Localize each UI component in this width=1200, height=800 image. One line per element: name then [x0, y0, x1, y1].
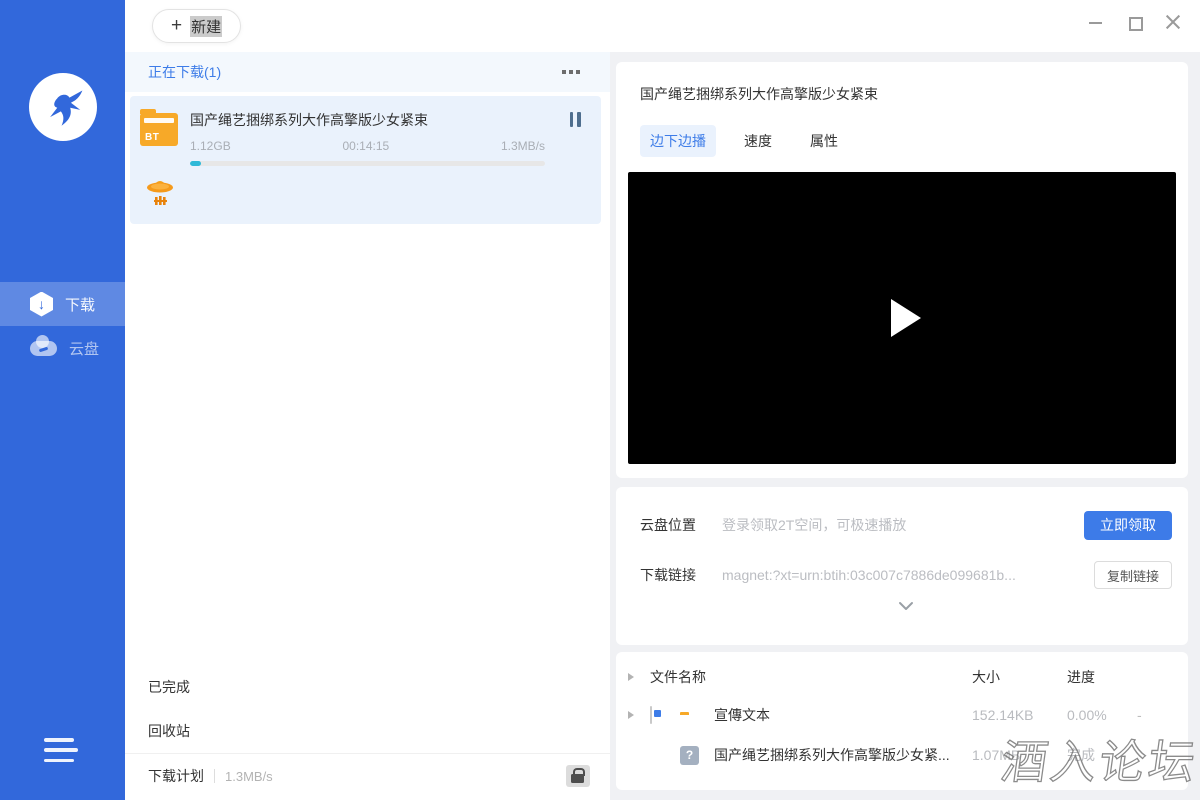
topbar: + 新建 — [125, 0, 1200, 52]
file-size: 1.07MB — [972, 747, 1067, 763]
file-row-folder[interactable]: 宣傳文本 152.14KB 0.00% - — [628, 702, 1176, 728]
play-icon[interactable] — [891, 299, 921, 337]
cloud-location-row: 云盘位置 登录领取2T空间，可极速播放 立即领取 — [640, 511, 1172, 539]
cloud-location-placeholder: 登录领取2T空间，可极速播放 — [722, 515, 1084, 535]
sidebar-item-label: 云盘 — [69, 338, 99, 359]
completed-item[interactable]: 已完成 — [125, 665, 610, 709]
download-link-value: magnet:?xt=urn:btih:03c007c7886de099681b… — [722, 567, 1094, 583]
download-list-panel: 正在下载(1) BT 国产绳艺捆绑系列大作高擎版少女紧束 1.12GB 00:1… — [125, 52, 610, 800]
chevron-down-icon — [898, 601, 914, 611]
info-card: 云盘位置 登录领取2T空间，可极速播放 立即领取 下载链接 magnet:?xt… — [616, 487, 1188, 645]
expand-details-button[interactable] — [640, 601, 1172, 611]
file-name: 宣傳文本 — [714, 705, 972, 725]
tab-properties[interactable]: 属性 — [800, 125, 848, 157]
download-speed: 1.3MB/s — [501, 139, 545, 153]
tab-speed[interactable]: 速度 — [734, 125, 782, 157]
checkbox-indeterminate[interactable] — [650, 706, 652, 724]
progress-bar — [190, 161, 545, 166]
column-size: 大小 — [972, 667, 1067, 687]
task-title: 国产绳艺捆绑系列大作高擎版少女紧束 — [616, 62, 1188, 104]
download-eta: 00:14:15 — [342, 139, 389, 153]
download-panel-footer: 已完成 回收站 下载计划 1.3MB/s — [125, 665, 610, 800]
download-size: 1.12GB — [190, 139, 231, 153]
file-list-header: 文件名称 大小 进度 — [628, 666, 1176, 688]
pause-icon[interactable] — [567, 112, 583, 128]
recycle-bin-label: 回收站 — [148, 723, 190, 739]
cloud-icon — [30, 341, 57, 356]
window-controls — [1087, 14, 1182, 31]
app-logo — [29, 73, 97, 141]
downloading-title: 正在下载(1) — [148, 62, 221, 82]
video-player[interactable] — [628, 172, 1176, 464]
preview-card: 国产绳艺捆绑系列大作高擎版少女紧束 边下边播 速度 属性 — [616, 62, 1188, 478]
more-options-icon[interactable] — [562, 66, 580, 78]
detail-tabs: 边下边播 速度 属性 — [616, 125, 1188, 157]
recycle-bin-item[interactable]: 回收站 — [125, 709, 610, 753]
file-list-card: 文件名称 大小 进度 宣傳文本 152.14KB 0.00% - ? 国产绳艺捆… — [616, 652, 1188, 790]
downloading-header: 正在下载(1) — [125, 52, 610, 92]
cloud-location-label: 云盘位置 — [640, 515, 708, 535]
claim-now-button[interactable]: 立即领取 — [1084, 511, 1172, 540]
download-plan-row: 下载计划 1.3MB/s — [125, 753, 610, 800]
file-progress: 0.00% — [1067, 707, 1137, 723]
file-extra: - — [1137, 707, 1176, 723]
file-row-video[interactable]: ? 国产绳艺捆绑系列大作高擎版少女紧... 1.07MB 完成 — [628, 742, 1176, 768]
file-name: 国产绳艺捆绑系列大作高擎版少女紧... — [714, 745, 972, 765]
download-link-label: 下载链接 — [640, 565, 708, 585]
progress-fill — [190, 161, 201, 166]
new-task-button[interactable]: + 新建 — [152, 9, 241, 43]
ufo-badge-icon — [142, 174, 178, 210]
plan-speed: 1.3MB/s — [225, 769, 273, 784]
hummingbird-logo-icon — [40, 84, 86, 130]
download-icon: ↓ — [30, 292, 53, 317]
collapse-all-icon[interactable] — [628, 673, 650, 681]
new-task-label: 新建 — [190, 16, 222, 37]
download-task-item[interactable]: BT 国产绳艺捆绑系列大作高擎版少女紧束 1.12GB 00:14:15 1.3… — [130, 96, 601, 224]
column-progress: 进度 — [1067, 667, 1137, 687]
completed-label: 已完成 — [148, 679, 190, 695]
divider — [214, 769, 215, 783]
download-plan-label[interactable]: 下载计划 — [148, 766, 204, 786]
sidebar-item-label: 下载 — [65, 294, 95, 315]
sidebar: ↓ 下载 云盘 — [0, 0, 125, 800]
menu-icon[interactable] — [44, 738, 78, 762]
lock-icon[interactable] — [566, 765, 590, 787]
file-progress: 完成 — [1067, 745, 1137, 765]
sidebar-item-download[interactable]: ↓ 下载 — [0, 282, 125, 326]
close-icon[interactable] — [1165, 14, 1182, 31]
minimize-icon[interactable] — [1087, 14, 1104, 31]
download-task-name: 国产绳艺捆绑系列大作高擎版少女紧束 — [190, 110, 428, 130]
maximize-icon[interactable] — [1126, 14, 1143, 31]
download-task-main: 国产绳艺捆绑系列大作高擎版少女紧束 1.12GB 00:14:15 1.3MB/… — [190, 110, 583, 166]
file-size: 152.14KB — [972, 707, 1067, 723]
download-task-info: 1.12GB 00:14:15 1.3MB/s — [190, 139, 545, 153]
detail-panel: 国产绳艺捆绑系列大作高擎版少女紧束 边下边播 速度 属性 云盘位置 登录领取2T… — [610, 52, 1200, 800]
unknown-file-icon: ? — [680, 746, 699, 765]
sidebar-nav: ↓ 下载 云盘 — [0, 282, 125, 370]
tab-play-while-download[interactable]: 边下边播 — [640, 125, 716, 157]
expand-row-icon[interactable] — [628, 711, 650, 719]
sidebar-item-cloud[interactable]: 云盘 — [0, 326, 125, 370]
download-link-row: 下载链接 magnet:?xt=urn:btih:03c007c7886de09… — [640, 561, 1172, 589]
copy-link-button[interactable]: 复制链接 — [1094, 561, 1172, 589]
column-file-name: 文件名称 — [650, 667, 972, 687]
bt-folder-icon: BT — [140, 113, 178, 146]
plus-icon: + — [171, 16, 182, 35]
